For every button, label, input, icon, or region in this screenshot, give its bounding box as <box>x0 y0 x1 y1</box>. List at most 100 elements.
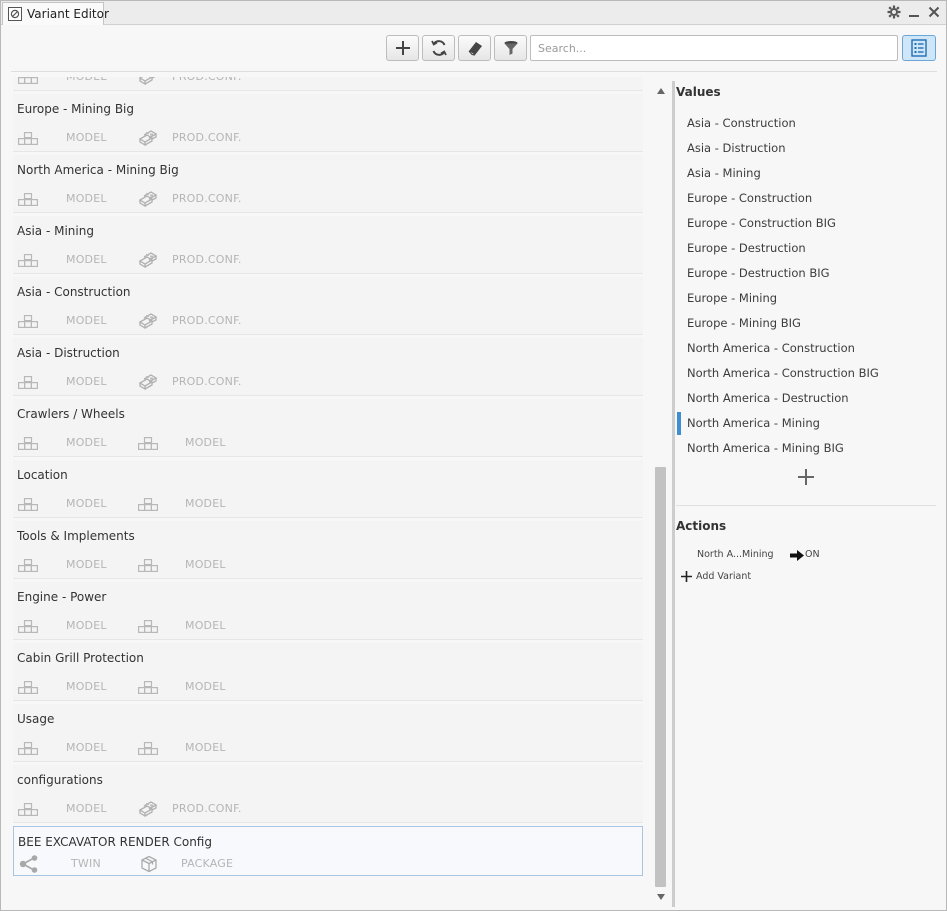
target-type-label: PROD.CONF. <box>172 802 242 815</box>
value-item[interactable]: Asia - Distruction <box>676 136 936 161</box>
model-icon <box>17 130 39 146</box>
variant-set-targets: MODEL PROD.CONF. <box>17 252 617 268</box>
variant-set-row[interactable]: BEE EXCAVATOR RENDER Config TWIN PACKAGE <box>13 826 643 876</box>
eraser-icon <box>468 42 482 56</box>
minimize-icon[interactable] <box>906 4 922 20</box>
variant-set-row[interactable]: configurations MODEL PROD.CONF. <box>13 765 643 823</box>
variant-set-targets: MODEL MODEL <box>17 435 617 451</box>
variant-set-row[interactable]: Europe - Mining Big MODEL PROD.CONF. <box>13 94 643 152</box>
model-icon <box>137 496 159 512</box>
close-icon[interactable] <box>926 4 942 20</box>
model-icon <box>17 496 39 512</box>
variant-set-targets: MODEL MODEL <box>17 679 617 695</box>
value-item[interactable]: North America - Mining <box>676 411 936 436</box>
scroll-down-arrow-icon[interactable] <box>654 891 667 903</box>
scroll-thumb[interactable] <box>655 467 666 887</box>
plus-icon <box>681 570 692 582</box>
variant-set-name: Tools & Implements <box>17 529 135 543</box>
variant-set-targets: MODEL PROD.CONF. <box>17 77 617 85</box>
scroll-up-arrow-icon[interactable] <box>654 85 667 97</box>
add-variant-button[interactable]: Add Variant <box>681 569 751 583</box>
target-type-label: PROD.CONF. <box>172 314 242 327</box>
search-input[interactable] <box>530 35 898 61</box>
value-item[interactable]: Asia - Mining <box>676 161 936 186</box>
value-item[interactable]: Asia - Construction <box>676 111 936 136</box>
variant-set-row[interactable]: MODEL PROD.CONF. <box>13 77 643 91</box>
action-row[interactable]: North A...Mining ON <box>697 549 937 563</box>
actions-title: Actions <box>676 519 727 533</box>
target-type-label: PROD.CONF. <box>172 192 242 205</box>
variant-set-row[interactable]: Location MODEL MODEL <box>13 460 643 518</box>
target-type-label: MODEL <box>185 680 226 693</box>
add-value-button[interactable] <box>795 466 817 488</box>
variant-set-row[interactable]: Asia - Distruction MODEL PROD.CONF. <box>13 338 643 396</box>
value-item[interactable]: North America - Construction BIG <box>676 361 936 386</box>
target-type-label: MODEL <box>66 131 107 144</box>
variant-set-targets: MODEL MODEL <box>17 557 617 573</box>
value-item[interactable]: Europe - Mining <box>676 286 936 311</box>
model-icon <box>137 435 159 451</box>
variant-set-row[interactable]: Cabin Grill Protection MODEL MODEL <box>13 643 643 701</box>
variant-set-targets: MODEL PROD.CONF. <box>17 130 617 146</box>
target-type-label: MODEL <box>66 741 107 754</box>
value-item[interactable]: Europe - Construction <box>676 186 936 211</box>
value-item[interactable]: Europe - Mining BIG <box>676 311 936 336</box>
variant-set-row[interactable]: Usage MODEL MODEL <box>13 704 643 762</box>
action-target: North A...Mining <box>697 549 774 560</box>
model-icon <box>137 618 159 634</box>
variant-set-row[interactable]: Asia - Mining MODEL PROD.CONF. <box>13 216 643 274</box>
model-icon <box>17 618 39 634</box>
value-item[interactable]: Europe - Construction BIG <box>676 211 936 236</box>
filter-icon <box>504 41 517 55</box>
list-view-toggle[interactable] <box>902 35 936 61</box>
model-icon <box>17 374 39 390</box>
add-button[interactable] <box>386 35 419 61</box>
variant-set-name: Asia - Mining <box>17 224 94 238</box>
refresh-button[interactable] <box>422 35 455 61</box>
variant-set-row[interactable]: Asia - Construction MODEL PROD.CONF. <box>13 277 643 335</box>
product-configurator-icon <box>137 374 159 390</box>
model-icon <box>17 77 39 85</box>
value-item[interactable]: Europe - Destruction BIG <box>676 261 936 286</box>
title-bar: Variant Editor <box>1 1 946 25</box>
variant-editor-icon <box>8 7 22 21</box>
target-type-label: MODEL <box>66 802 107 815</box>
erase-button[interactable] <box>458 35 491 61</box>
variant-set-name: Engine - Power <box>17 590 107 604</box>
value-item[interactable]: North America - Mining BIG <box>676 436 936 461</box>
editor-tab[interactable]: Variant Editor <box>2 2 109 25</box>
variant-set-targets: TWIN PACKAGE <box>18 855 618 873</box>
gear-icon[interactable] <box>886 4 902 20</box>
variant-editor-window: Variant Editor Search... Europe - Mining… <box>0 0 947 911</box>
variant-set-name: Europe - Mining Big <box>17 102 135 116</box>
filter-button[interactable] <box>494 35 527 61</box>
variant-set-row[interactable]: Tools & Implements MODEL MODEL <box>13 521 643 579</box>
variant-set-row[interactable]: Engine - Power MODEL MODEL <box>13 582 643 640</box>
target-type-label: PROD.CONF. <box>172 131 242 144</box>
window-title: Variant Editor <box>27 7 109 21</box>
list-scrollbar[interactable] <box>654 81 667 901</box>
target-type-label: PACKAGE <box>181 857 234 870</box>
product-configurator-icon <box>137 77 159 85</box>
target-type-label: MODEL <box>185 436 226 449</box>
values-actions-divider <box>676 505 936 506</box>
plus-icon <box>395 41 410 55</box>
target-type-label: MODEL <box>66 436 107 449</box>
variant-set-row[interactable]: Crawlers / Wheels MODEL MODEL <box>13 399 643 457</box>
value-item[interactable]: Europe - Destruction <box>676 236 936 261</box>
variant-set-row[interactable]: North America - Mining Big MODEL PROD.CONF… <box>13 155 643 213</box>
value-item[interactable]: North America - Destruction <box>676 386 936 411</box>
value-item[interactable]: North America - Construction <box>676 336 936 361</box>
target-type-label: MODEL <box>185 497 226 510</box>
target-type-label: MODEL <box>185 558 226 571</box>
target-type-label: PROD.CONF. <box>172 375 242 388</box>
target-type-label: MODEL <box>66 314 107 327</box>
target-type-label: MODEL <box>66 77 107 83</box>
model-icon <box>137 740 159 756</box>
toolbar-divider <box>11 71 937 72</box>
target-type-label: MODEL <box>66 253 107 266</box>
variant-set-name: Asia - Construction <box>17 285 131 299</box>
model-icon <box>17 313 39 329</box>
panel-splitter[interactable] <box>672 81 675 907</box>
model-icon <box>137 679 159 695</box>
